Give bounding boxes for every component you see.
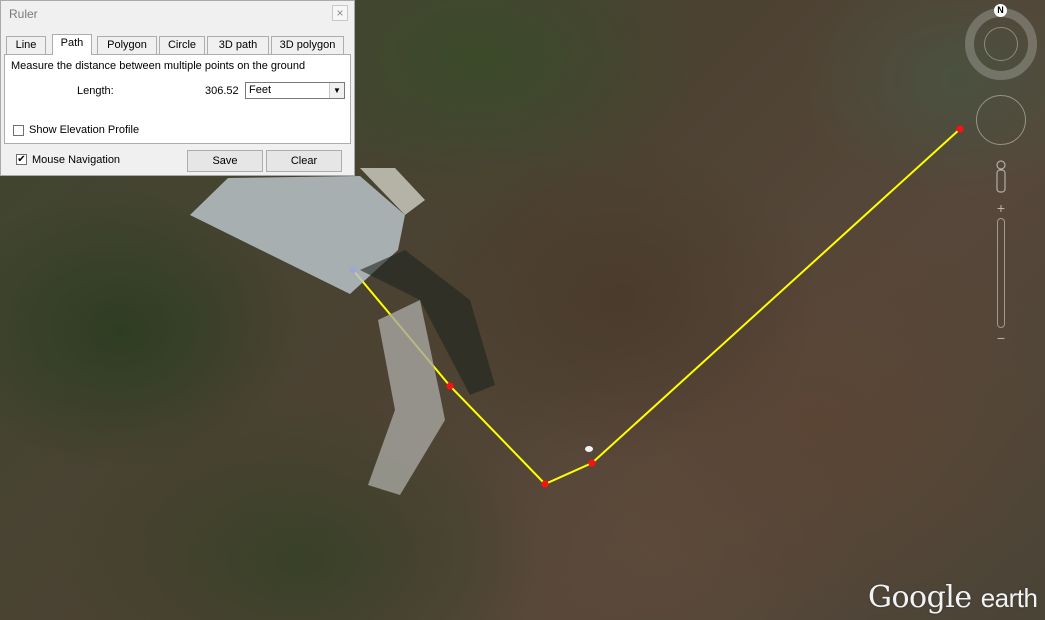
logo-earth-text: earth (980, 583, 1038, 613)
small-white-object (585, 446, 593, 452)
logo-google-text: Google (868, 580, 972, 615)
length-label: Length: (77, 85, 114, 97)
clear-button[interactable]: Clear (266, 150, 342, 172)
path-tab-panel: Measure the distance between multiple po… (4, 54, 351, 144)
roof-shape (368, 300, 445, 495)
save-button[interactable]: Save (187, 150, 263, 172)
path-vertex[interactable] (588, 459, 596, 467)
path-end-point[interactable] (956, 125, 964, 133)
tab-polygon[interactable]: Polygon (97, 36, 157, 54)
street-view-person-icon[interactable] (992, 160, 1010, 196)
ruler-description: Measure the distance between multiple po… (11, 60, 306, 72)
mouse-navigation-checkbox[interactable]: ✔ (16, 154, 27, 165)
zoom-in-icon[interactable]: + (992, 200, 1010, 216)
length-value: 306.52 (205, 85, 239, 97)
tab-3d-polygon[interactable]: 3D polygon (271, 36, 344, 54)
unit-select-value: Feet (249, 84, 272, 96)
look-joystick-icon[interactable] (976, 95, 1026, 145)
ruler-dialog: Ruler × Line Path Polygon Circle 3D path… (0, 0, 355, 176)
show-elevation-checkbox[interactable] (13, 125, 24, 136)
zoom-out-icon[interactable]: − (992, 330, 1010, 346)
show-elevation-label[interactable]: Show Elevation Profile (29, 124, 139, 136)
path-vertex[interactable] (446, 382, 454, 390)
tab-3d-path[interactable]: 3D path (207, 36, 269, 54)
mouse-navigation-label[interactable]: Mouse Navigation (32, 154, 120, 166)
zoom-slider-track[interactable] (997, 218, 1005, 328)
close-button[interactable]: × (332, 5, 348, 21)
ruler-dialog-title: Ruler (9, 7, 38, 21)
unit-select[interactable]: Feet ▼ (245, 82, 345, 99)
tab-line[interactable]: Line (6, 36, 46, 54)
chevron-down-icon[interactable]: ▼ (329, 83, 344, 98)
compass-center-icon[interactable] (984, 27, 1018, 61)
google-earth-logo: Google earth (868, 580, 1038, 615)
tab-circle[interactable]: Circle (159, 36, 205, 54)
north-indicator[interactable]: N (994, 4, 1007, 17)
path-vertex[interactable] (541, 480, 549, 488)
tab-path[interactable]: Path (52, 34, 92, 55)
